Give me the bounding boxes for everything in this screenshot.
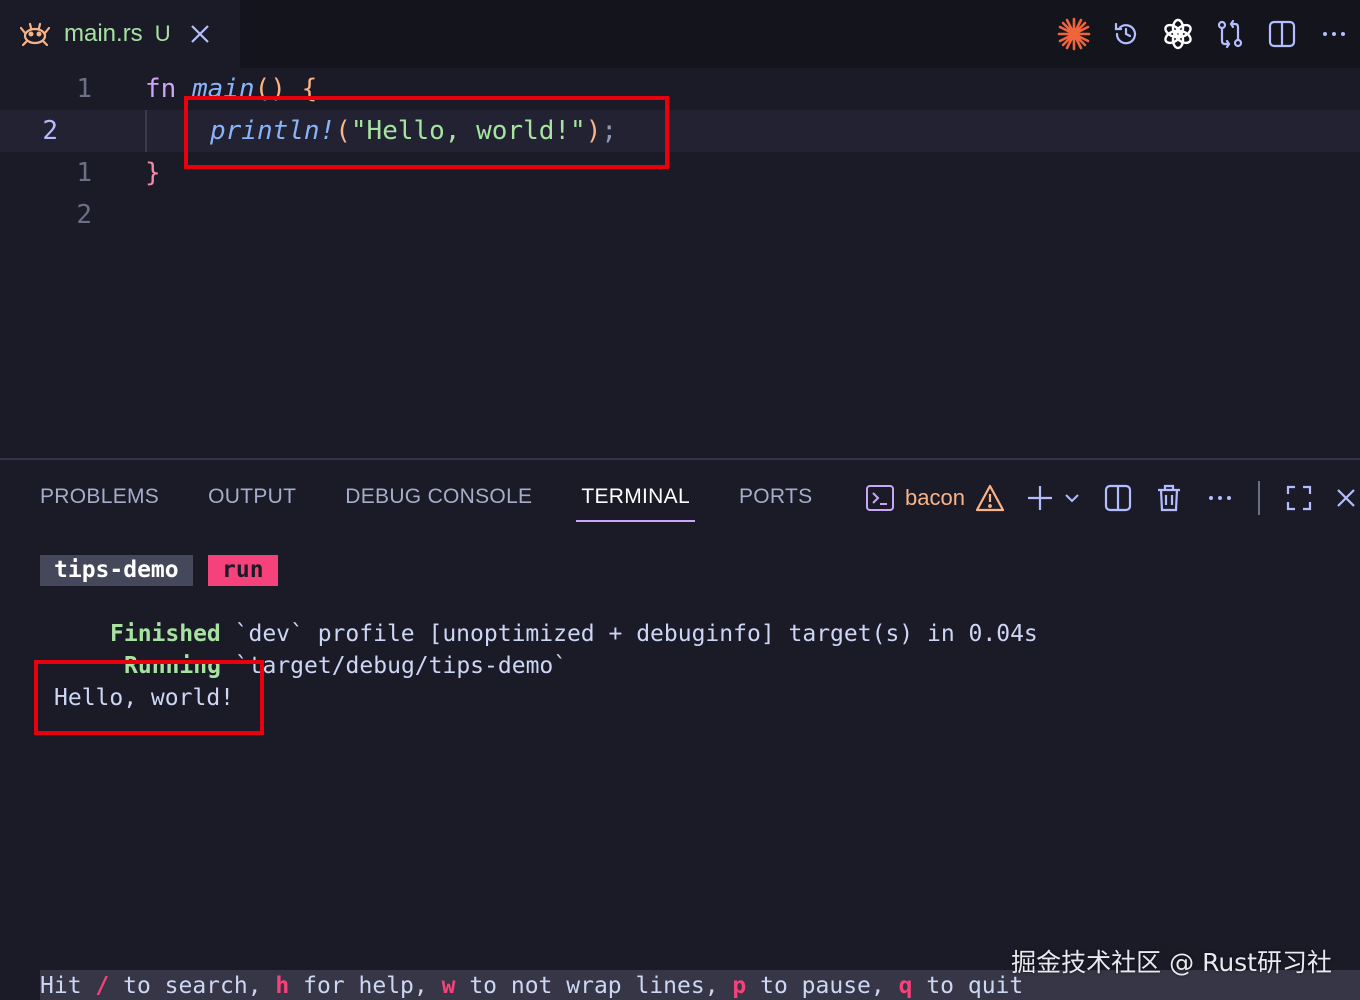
status-text: to quit: [912, 973, 1024, 999]
line-number: 1: [76, 74, 92, 104]
line-number: 1: [76, 158, 92, 188]
split-editor-icon[interactable]: [1256, 8, 1308, 60]
status-text: to pause,: [746, 973, 899, 999]
key-hint: h: [275, 973, 290, 999]
openai-icon[interactable]: [1152, 8, 1204, 60]
job-badge: run: [208, 555, 278, 586]
running-text: `target/debug/tips-demo`: [220, 653, 568, 679]
finished-label: Finished: [110, 621, 221, 647]
terminal-line: Finished `dev` profile [unoptimized + de…: [110, 618, 1038, 650]
key-hint: p: [732, 973, 747, 999]
code-text: }: [145, 152, 161, 194]
finished-text: `dev` profile [unoptimized + debuginfo] …: [220, 621, 1038, 647]
history-icon[interactable]: [1100, 8, 1152, 60]
bottom-panel: PROBLEMS OUTPUT DEBUG CONSOLE TERMINAL P…: [0, 458, 1360, 1000]
status-text: for help,: [289, 973, 442, 999]
close-icon[interactable]: [189, 23, 211, 45]
line-number: 2: [76, 200, 92, 230]
compare-changes-icon[interactable]: [1204, 8, 1256, 60]
line-number: 2: [42, 116, 58, 146]
indent-guide: [145, 110, 147, 152]
code-editor[interactable]: 1 fn main() { 2 println!("Hello, world!"…: [0, 68, 1360, 458]
keyword: fn: [145, 74, 177, 104]
status-text: Hit: [40, 973, 96, 999]
spark-icon[interactable]: [1048, 8, 1100, 60]
editor-tab-bar: main.rs U: [0, 0, 1360, 68]
code-line: 2: [0, 194, 1360, 236]
highlight-box: [184, 96, 669, 169]
tab-filename: main.rs: [64, 20, 143, 47]
status-text: to search,: [109, 973, 276, 999]
ferris-crab-icon: [19, 22, 51, 47]
git-status-badge: U: [154, 21, 171, 46]
highlight-box: [34, 660, 264, 735]
watermark: 掘金技术社区 @ Rust研习社: [1011, 948, 1332, 977]
close-brace: }: [145, 158, 161, 188]
key-hint: /: [95, 973, 110, 999]
status-text: to not wrap lines,: [455, 973, 733, 999]
project-badge: tips-demo: [40, 555, 193, 586]
key-hint: q: [898, 973, 913, 999]
more-actions-icon[interactable]: [1308, 8, 1360, 60]
editor-actions: [1048, 0, 1360, 68]
key-hint: w: [441, 973, 456, 999]
terminal-view[interactable]: tips-demo run Finished `dev` profile [un…: [0, 460, 1360, 1000]
tab-main-rs[interactable]: main.rs U: [0, 0, 240, 68]
